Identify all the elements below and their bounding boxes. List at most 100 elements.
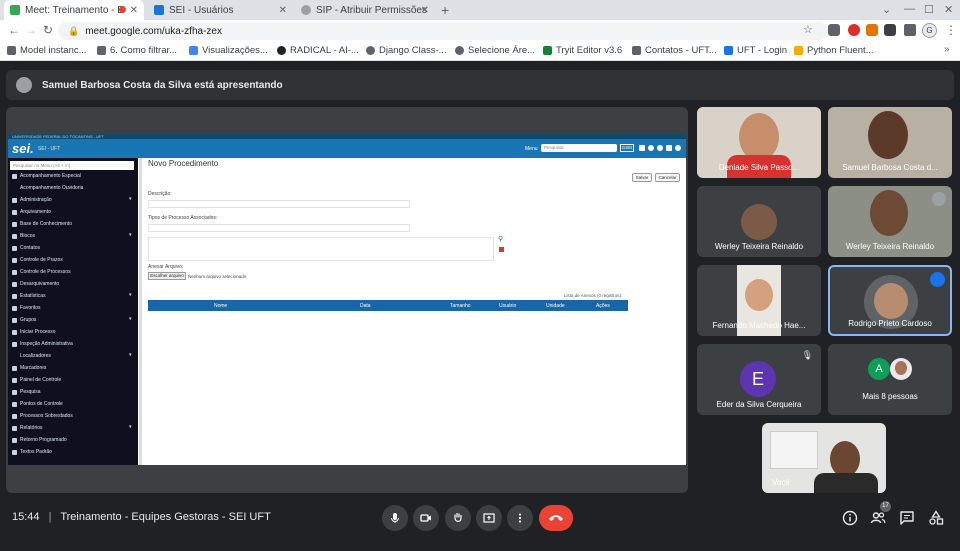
caret-down-icon[interactable]: ▾ [129,424,132,430]
menu-item[interactable]: Painel de Controle [12,377,61,383]
save-button[interactable]: Salvar [632,173,652,182]
menu-item[interactable]: Controle de Processos [12,269,71,275]
forward-arrow-icon[interactable]: → [25,23,37,37]
settings-icon[interactable] [666,145,672,151]
participant-tile-speaking[interactable]: Rodrigo Prieto Cardoso [828,265,952,336]
participant-tile[interactable]: Fernando Machado Hae... [697,265,821,336]
present-button[interactable] [476,505,502,531]
participant-tile[interactable]: Werley Teixeira Reinaldo [828,186,952,257]
menu-item[interactable]: Pontos de Controle [12,401,63,407]
extension-icon[interactable] [848,24,860,36]
bookmark-item[interactable]: Model instanc... [7,45,87,56]
back-arrow-icon[interactable]: ← [8,23,20,37]
info-icon[interactable] [842,510,858,526]
extension-icon[interactable] [884,24,896,36]
menu-item[interactable]: Administração [12,197,52,203]
menu-item[interactable]: Blocos [12,233,35,239]
bookmark-item[interactable]: Contatos - UFT... [632,45,717,56]
unit-selector[interactable]: GSEI [620,144,634,152]
self-view-tile[interactable]: Você [762,423,886,493]
caret-down-icon[interactable]: ▾ [129,196,132,202]
window-close-icon[interactable]: ✕ [944,3,953,16]
menu-item[interactable]: Inspeção Administrativa [12,341,73,347]
more-vert-icon[interactable]: ⋮ [945,23,957,37]
more-participants-tile[interactable]: A Mais 8 pessoas [828,344,952,415]
power-icon[interactable] [675,145,681,151]
camera-button[interactable] [413,505,439,531]
raise-hand-button[interactable] [445,505,471,531]
caret-down-icon[interactable]: ▾ [129,232,132,238]
participant-tile[interactable]: E 🎙 Eder da Silva Cerqueira [697,344,821,415]
participant-tile[interactable]: Samuel Barbosa Costa d... [828,107,952,178]
choose-file-button[interactable]: Escolher arquivo [148,272,186,280]
menu-item[interactable]: Pesquisa [12,389,41,395]
search-icon[interactable]: ⚲ [498,235,503,243]
caret-down-icon[interactable]: ▾ [129,352,132,358]
chat-icon[interactable] [899,510,915,526]
associated-types-list[interactable] [148,237,494,261]
sei-search-input[interactable]: Pesquisar [541,144,617,152]
menu-item[interactable]: Acompanhamento Ouvidoria [12,185,83,191]
user-icon[interactable] [657,145,663,151]
participant-tile[interactable]: Deniade Silva Passo... [697,107,821,178]
sidebar-scrollbar[interactable] [139,158,142,465]
extension-icon[interactable] [866,24,878,36]
profile-avatar[interactable]: G [922,23,937,38]
bookmark-item[interactable]: UFT - Login [724,45,787,56]
close-icon[interactable]: ✕ [130,5,138,16]
menu-item[interactable]: Relatórios [12,425,43,431]
caret-down-icon[interactable]: ▾ [129,292,132,298]
bookmark-item[interactable]: Visualizações... [189,45,268,56]
bookmark-item[interactable]: RADICAL - AI-... [277,45,359,56]
menu-item[interactable]: Estatísticas [12,293,46,299]
close-icon[interactable]: ✕ [279,5,287,16]
tab-sip[interactable]: SIP - Atribuir Permissões ✕ [295,0,435,20]
remove-icon[interactable] [499,247,504,252]
reload-icon[interactable]: ↻ [43,23,53,37]
menu-item[interactable]: Textos Padrão [12,449,52,455]
leave-call-button[interactable] [539,505,573,531]
menu-item[interactable]: Marcadores [12,365,46,371]
associated-types-input[interactable] [148,224,410,232]
menu-search-input[interactable]: Pesquisar no Menu (Alt + m) [10,161,134,170]
menu-item[interactable]: Iniciar Processo [12,329,56,335]
cancel-button[interactable]: Cancelar [655,173,680,182]
bookmark-star-icon[interactable]: ☆ [803,23,813,36]
menu-item[interactable]: Contatos [12,245,40,251]
bookmark-item[interactable]: Python Fluent... [794,45,874,56]
info-icon[interactable] [648,145,654,151]
bookmark-item[interactable]: Django Class-... [366,45,447,56]
menu-item[interactable]: Grupos [12,317,36,323]
mic-button[interactable] [382,505,408,531]
bookmark-item[interactable]: 6. Como filtrar... [97,45,177,56]
bookmark-item[interactable]: Tryit Editor v3.6 [543,45,622,56]
tab-search-icon[interactable]: ⌄ [882,3,891,16]
more-options-button[interactable] [507,505,533,531]
bookmark-item[interactable]: Selecione Áre... [455,45,535,56]
menu-item[interactable]: Controle de Prazos [12,257,63,263]
close-icon[interactable]: ✕ [421,5,429,16]
puzzle-icon[interactable] [904,24,916,36]
tab-meet[interactable]: Meet: Treinamento - E ✕ [4,0,144,20]
tab-sei-usuarios[interactable]: SEI - Usuários ✕ [148,0,293,20]
menu-item[interactable]: Retorno Programado [12,437,67,443]
grid-icon[interactable] [639,145,645,151]
menu-item[interactable]: Favoritos [12,305,41,311]
maximize-icon[interactable]: ☐ [924,3,934,16]
activities-icon[interactable] [928,510,944,526]
new-tab-button[interactable]: + [441,2,449,18]
participant-tile[interactable]: Werley Teixeira Reinaldo [697,186,821,257]
address-bar[interactable]: 🔒 meet.google.com/uka-zfha-zex [58,22,828,40]
minimize-icon[interactable]: — [904,3,915,15]
extension-icon[interactable] [828,24,840,36]
people-icon[interactable] [870,510,886,526]
menu-item[interactable]: Localizadores [12,353,51,359]
overflow-chevron-icon[interactable]: » [944,44,950,55]
description-input[interactable] [148,200,410,208]
menu-item[interactable]: Processos Sobrestados [12,413,73,419]
caret-down-icon[interactable]: ▾ [129,316,132,322]
menu-item[interactable]: Arquivamento [12,209,51,215]
menu-item[interactable]: Acompanhamento Especial [12,173,81,179]
menu-item[interactable]: Desarquivamento [12,281,59,287]
menu-item[interactable]: Base de Conhecimento [12,221,72,227]
